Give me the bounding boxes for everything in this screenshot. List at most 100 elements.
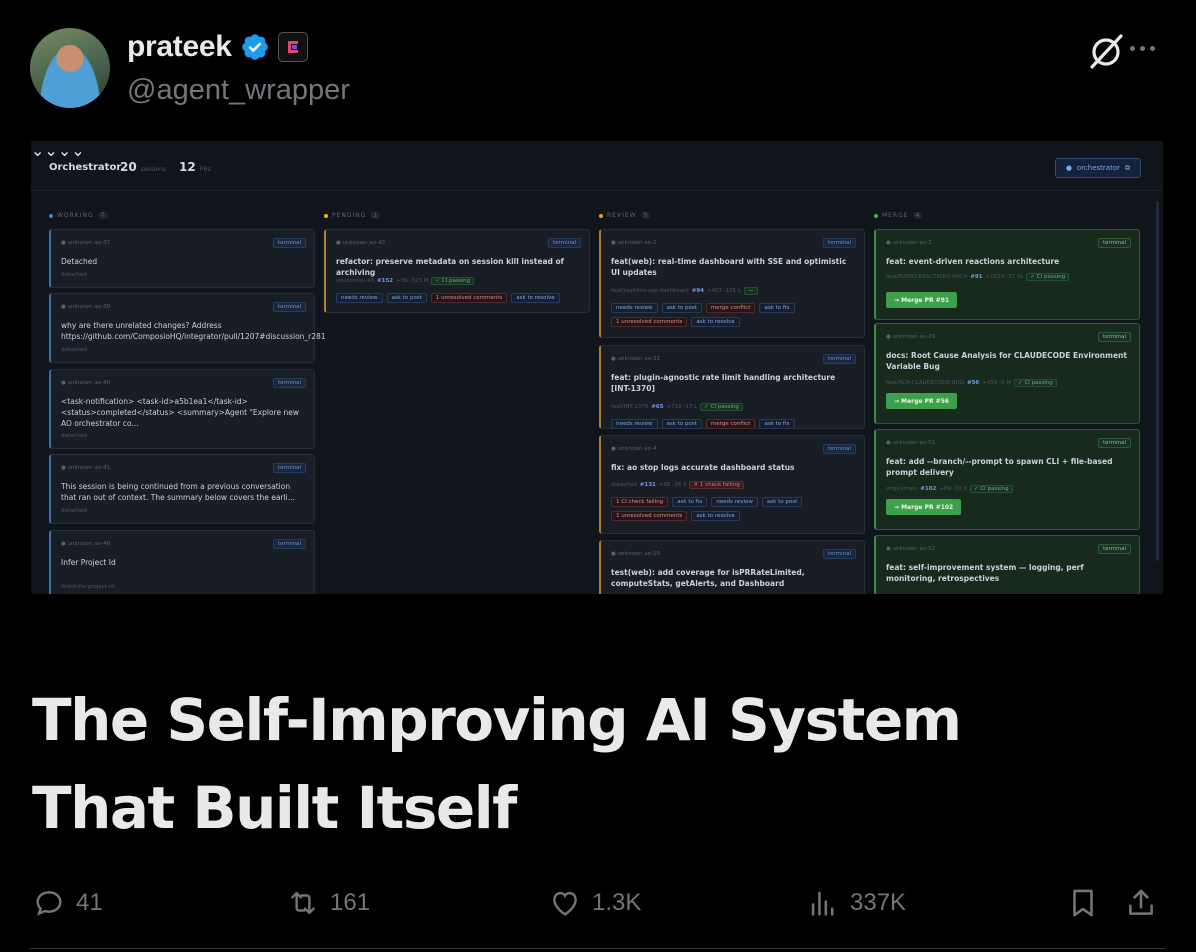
action-chip[interactable]: ask to resolve: [691, 511, 740, 521]
session-card[interactable]: ● unknown ao-31 terminal feat: plugin-agno…: [599, 345, 865, 429]
action-chip[interactable]: needs review: [336, 293, 383, 303]
action-chip[interactable]: ask to resolve: [511, 293, 560, 303]
terminal-button[interactable]: terminal: [548, 238, 581, 248]
prs-stat: 12 PRs: [179, 160, 211, 174]
dashboard-screenshot[interactable]: Orchestrator 20 sessions 12 PRs ● orchestr…: [31, 141, 1163, 594]
session-card[interactable]: ● unknown ao-40 terminal <task-notificatio…: [49, 369, 315, 449]
post-header: prateek @agent_wrapper: [30, 28, 1166, 112]
session-card[interactable]: ● unknown ao-1 terminal feat(web): real-ti…: [599, 229, 865, 338]
pr-number[interactable]: #91: [970, 274, 982, 280]
display-name[interactable]: prateek: [127, 30, 232, 64]
bookmark-button[interactable]: [1066, 880, 1100, 926]
pr-number[interactable]: #94: [692, 288, 704, 294]
session-meta: ● unknown ao-10: [611, 551, 661, 557]
session-card[interactable]: ● unknown ao-10 terminal test(web): add co…: [599, 540, 865, 594]
dashboard-topbar: Orchestrator 20 sessions 12 PRs ● orchestr…: [31, 141, 1163, 191]
action-chip[interactable]: ask to fix: [759, 419, 795, 429]
more-icon[interactable]: [1130, 38, 1160, 58]
action-chip[interactable]: 1 CI check failing: [611, 497, 669, 507]
terminal-button[interactable]: terminal: [273, 539, 306, 549]
branch-name: feat/EVENT-REACTIONS-ARCH: [886, 274, 968, 280]
avatar[interactable]: [30, 28, 110, 108]
action-chips: 1 CI check failing ask to fix needs review…: [611, 497, 854, 521]
diff-size: +718 -17 L: [666, 404, 698, 410]
heart-icon: [553, 891, 577, 916]
orchestrator-button[interactable]: ● orchestrator ⧉: [1054, 158, 1141, 178]
session-meta: ● unknown ao-39: [61, 304, 111, 310]
terminal-button[interactable]: terminal: [273, 378, 306, 388]
reply-icon: [36, 891, 62, 916]
terminal-button[interactable]: terminal: [823, 354, 856, 364]
views-button[interactable]: 337K: [806, 880, 906, 926]
action-chip[interactable]: 1 unresolved comments: [430, 293, 508, 303]
session-title: feat: self-improvement system — logging,…: [886, 563, 1084, 583]
affiliate-badge-icon[interactable]: [277, 32, 308, 62]
action-chip[interactable]: ask to post: [661, 303, 702, 313]
ci-status: ✓ CI passing: [1026, 273, 1070, 281]
session-meta: ● unknown ao-40: [61, 380, 111, 386]
terminal-button[interactable]: terminal: [1098, 544, 1131, 554]
action-chip[interactable]: ask to resolve: [691, 317, 740, 327]
column-count: 5: [640, 212, 651, 219]
branch-name: session/ao-43: [336, 278, 375, 284]
diff-size: +1629 -37 XL: [985, 274, 1024, 280]
pr-number[interactable]: #65: [651, 404, 663, 410]
session-card[interactable]: ● unknown ao-41 terminal This session is b…: [49, 454, 315, 524]
action-chip[interactable]: merge conflict: [705, 303, 756, 313]
terminal-button[interactable]: terminal: [1098, 332, 1131, 342]
action-chip[interactable]: ask to fix: [759, 303, 795, 313]
pr-number[interactable]: #152: [377, 278, 393, 284]
repost-icon: [291, 891, 315, 915]
action-chip[interactable]: needs review: [611, 419, 658, 429]
action-chip[interactable]: needs review: [711, 497, 758, 507]
session-card[interactable]: ● unknown ao-4 terminal fix: ao stop logs …: [599, 435, 865, 534]
share-button[interactable]: [1124, 880, 1158, 926]
column-header-review: REVIEW 5: [599, 212, 651, 219]
terminal-button[interactable]: terminal: [823, 238, 856, 248]
session-card[interactable]: ● unknown ao-2 terminal feat: event-driven…: [874, 229, 1140, 320]
column-label: MERGE: [882, 212, 909, 219]
terminal-button[interactable]: terminal: [273, 463, 306, 473]
action-chip[interactable]: 1 unresolved comments: [611, 511, 688, 521]
action-chip[interactable]: needs review: [611, 303, 658, 313]
session-card[interactable]: ● unknown ao-37 terminal Detached detached: [49, 229, 315, 288]
pr-number[interactable]: #131: [640, 482, 656, 488]
session-card[interactable]: ● unknown ao-52 terminal feat: self-improv…: [874, 535, 1140, 594]
headline-line-1: The Self-Improving AI System: [32, 686, 962, 754]
session-card[interactable]: ● unknown ao-51 terminal feat: add --branc…: [874, 429, 1140, 530]
action-chip[interactable]: ask to post: [761, 497, 803, 507]
action-chip[interactable]: ask to post: [661, 419, 702, 429]
article-headline[interactable]: The Self-Improving AI System That Built …: [32, 676, 1152, 852]
action-chip[interactable]: merge conflict: [705, 419, 756, 429]
session-card[interactable]: ● unknown ao-46 terminal Infer Project Id f…: [49, 530, 315, 594]
branch-name: detached: [611, 482, 637, 488]
branch-info: feat/realtime-sse-dashboard #94 +407 -101 …: [611, 287, 758, 295]
session-card[interactable]: ● unknown ao-43 terminal refactor: preserv…: [324, 229, 590, 313]
terminal-button[interactable]: terminal: [273, 238, 306, 248]
session-meta: ● unknown ao-29: [886, 334, 936, 340]
action-chip[interactable]: 1 unresolved comments: [611, 317, 688, 327]
views-count: 337K: [850, 889, 907, 916]
reply-button[interactable]: 41: [32, 880, 103, 926]
grok-icon[interactable]: [1086, 32, 1126, 72]
terminal-button[interactable]: terminal: [273, 302, 306, 312]
merge-pr-button[interactable]: → Merge PR #102: [886, 499, 962, 515]
pr-number[interactable]: #56: [967, 380, 979, 386]
terminal-button[interactable]: terminal: [1098, 438, 1131, 448]
scrollbar[interactable]: [1156, 201, 1159, 561]
action-chip[interactable]: ask to post: [386, 293, 427, 303]
action-chip[interactable]: ask to fix: [672, 497, 708, 507]
column-label: REVIEW: [607, 212, 637, 219]
repost-button[interactable]: 161: [286, 880, 370, 926]
like-button[interactable]: 1.3K: [548, 880, 641, 926]
session-card[interactable]: ● unknown ao-39 terminal why are there unr…: [49, 293, 326, 363]
session-card[interactable]: ● unknown ao-29 terminal docs: Root Cause …: [874, 323, 1140, 424]
merge-pr-button[interactable]: → Merge PR #91: [886, 292, 958, 308]
terminal-button[interactable]: terminal: [823, 549, 856, 559]
session-meta: ● unknown ao-51: [886, 440, 936, 446]
merge-pr-button[interactable]: → Merge PR #56: [886, 393, 958, 409]
terminal-button[interactable]: terminal: [823, 444, 856, 454]
author-handle[interactable]: @agent_wrapper: [127, 74, 350, 107]
pr-number[interactable]: #102: [920, 486, 936, 492]
terminal-button[interactable]: terminal: [1098, 238, 1131, 248]
